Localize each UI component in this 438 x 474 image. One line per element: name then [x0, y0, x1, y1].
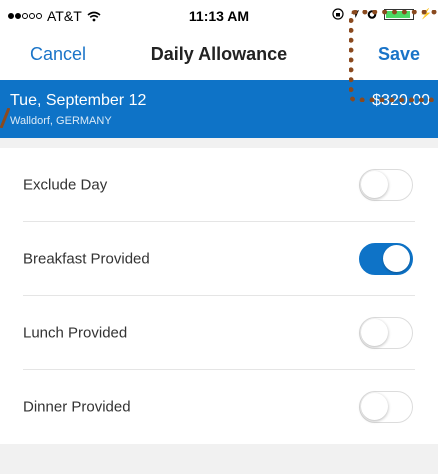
exclude-day-toggle[interactable] [359, 169, 413, 201]
dinner-provided-toggle[interactable] [359, 391, 413, 423]
orientation-lock-icon [331, 8, 344, 20]
toggle-knob [361, 171, 388, 198]
row-label: Dinner Provided [23, 398, 131, 416]
row-label: Exclude Day [23, 176, 108, 194]
toggle-knob [361, 319, 388, 346]
banner-location: Walldorf, GERMANY [10, 115, 112, 127]
toggle-knob [361, 393, 388, 420]
callout-arrow-icon [0, 108, 10, 128]
row-exclude-day: Exclude Day [0, 148, 438, 222]
row-label: Lunch Provided [23, 324, 128, 342]
lunch-provided-toggle[interactable] [359, 317, 413, 349]
callout-highlight [349, 10, 438, 102]
row-breakfast-provided: Breakfast Provided [0, 222, 438, 296]
banner-date: Tue, September 12 [10, 92, 147, 109]
toggle-knob [383, 245, 410, 272]
row-label: Breakfast Provided [23, 250, 150, 268]
breakfast-provided-toggle[interactable] [359, 243, 413, 275]
section-gap [0, 138, 438, 148]
row-lunch-provided: Lunch Provided [0, 296, 438, 370]
row-dinner-provided: Dinner Provided [0, 370, 438, 444]
footer-area [0, 444, 438, 474]
